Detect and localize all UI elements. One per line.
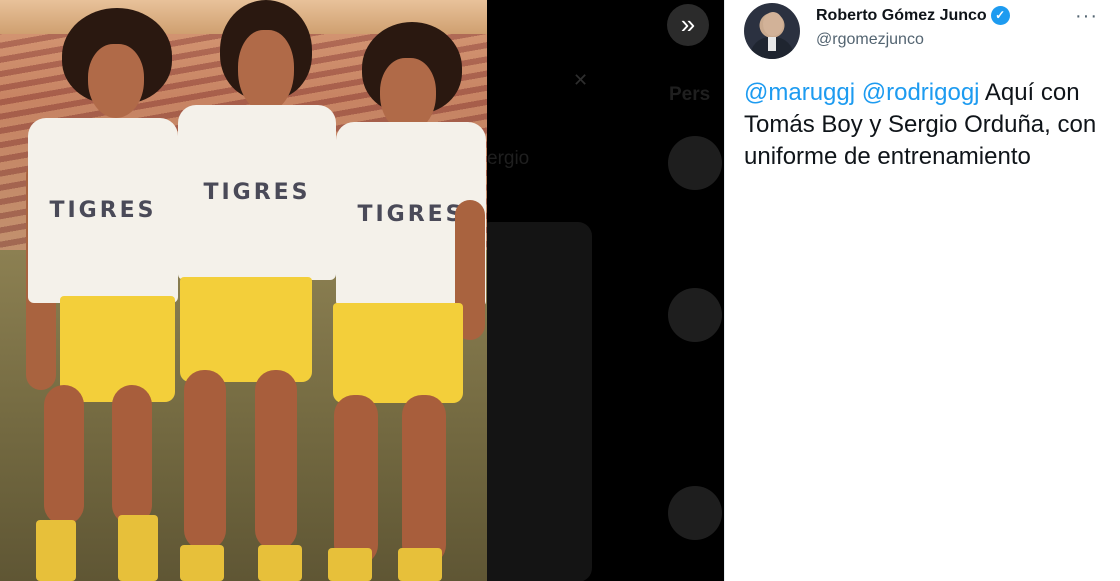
shirt-logo-text: TIGRES <box>49 198 157 223</box>
more-options-icon[interactable]: ··· <box>1075 5 1098 28</box>
author-name[interactable]: Roberto Gómez Junco <box>816 7 987 25</box>
background-text-fragment: ergio <box>487 148 530 169</box>
player-sock <box>180 545 224 581</box>
background-avatar <box>668 486 722 540</box>
player-leg <box>334 395 378 565</box>
author-avatar[interactable] <box>744 3 800 59</box>
background-close-icon: ✕ <box>573 70 589 90</box>
tweet-text: @maruggj @rodrigogj Aquí con Tomás Boy y… <box>744 77 1104 173</box>
background-avatar <box>668 288 722 342</box>
player-face <box>380 58 436 132</box>
author-name-row: Roberto Gómez Junco ✓ <box>816 6 1010 25</box>
player-sock <box>328 548 372 581</box>
expand-panel-button[interactable]: » <box>667 4 709 46</box>
author-handle[interactable]: @rgomezjunco <box>816 31 924 49</box>
player-face <box>238 30 294 112</box>
tweet-photo[interactable]: TIGRES TIGRES TIGRES <box>0 0 487 581</box>
player-face <box>88 44 144 118</box>
verified-badge-icon: ✓ <box>990 6 1010 25</box>
mention-link[interactable]: @rodrigogj <box>862 79 980 106</box>
player-leg <box>44 385 84 525</box>
background-heading-fragment: Pers <box>669 84 711 105</box>
mention-link[interactable]: @maruggj <box>744 79 855 106</box>
player-shirt: TIGRES <box>28 118 178 303</box>
player-sock <box>118 515 158 581</box>
player-leg <box>255 370 297 550</box>
background-media-card <box>487 222 592 581</box>
player-sock <box>398 548 442 581</box>
shirt-logo-text: TIGRES <box>357 202 465 227</box>
player-leg <box>402 395 446 565</box>
avatar-face <box>763 12 783 36</box>
player-leg <box>184 370 226 550</box>
avatar-shirt <box>768 37 776 51</box>
player-sock <box>258 545 302 581</box>
player-leg <box>112 385 152 525</box>
tweet-panel: Roberto Gómez Junco ✓ @rgomezjunco ··· @… <box>724 0 1120 581</box>
chevrons-right-icon: » <box>680 9 696 39</box>
player-shorts <box>333 303 463 403</box>
player-shirt: TIGRES <box>178 105 336 280</box>
shirt-logo-text: TIGRES <box>203 180 311 205</box>
player-sock <box>36 520 76 581</box>
dimmed-background[interactable]: Pers ergio <box>487 0 724 581</box>
background-avatar <box>668 136 722 190</box>
player-shorts <box>180 277 312 382</box>
player-shorts <box>60 296 175 402</box>
